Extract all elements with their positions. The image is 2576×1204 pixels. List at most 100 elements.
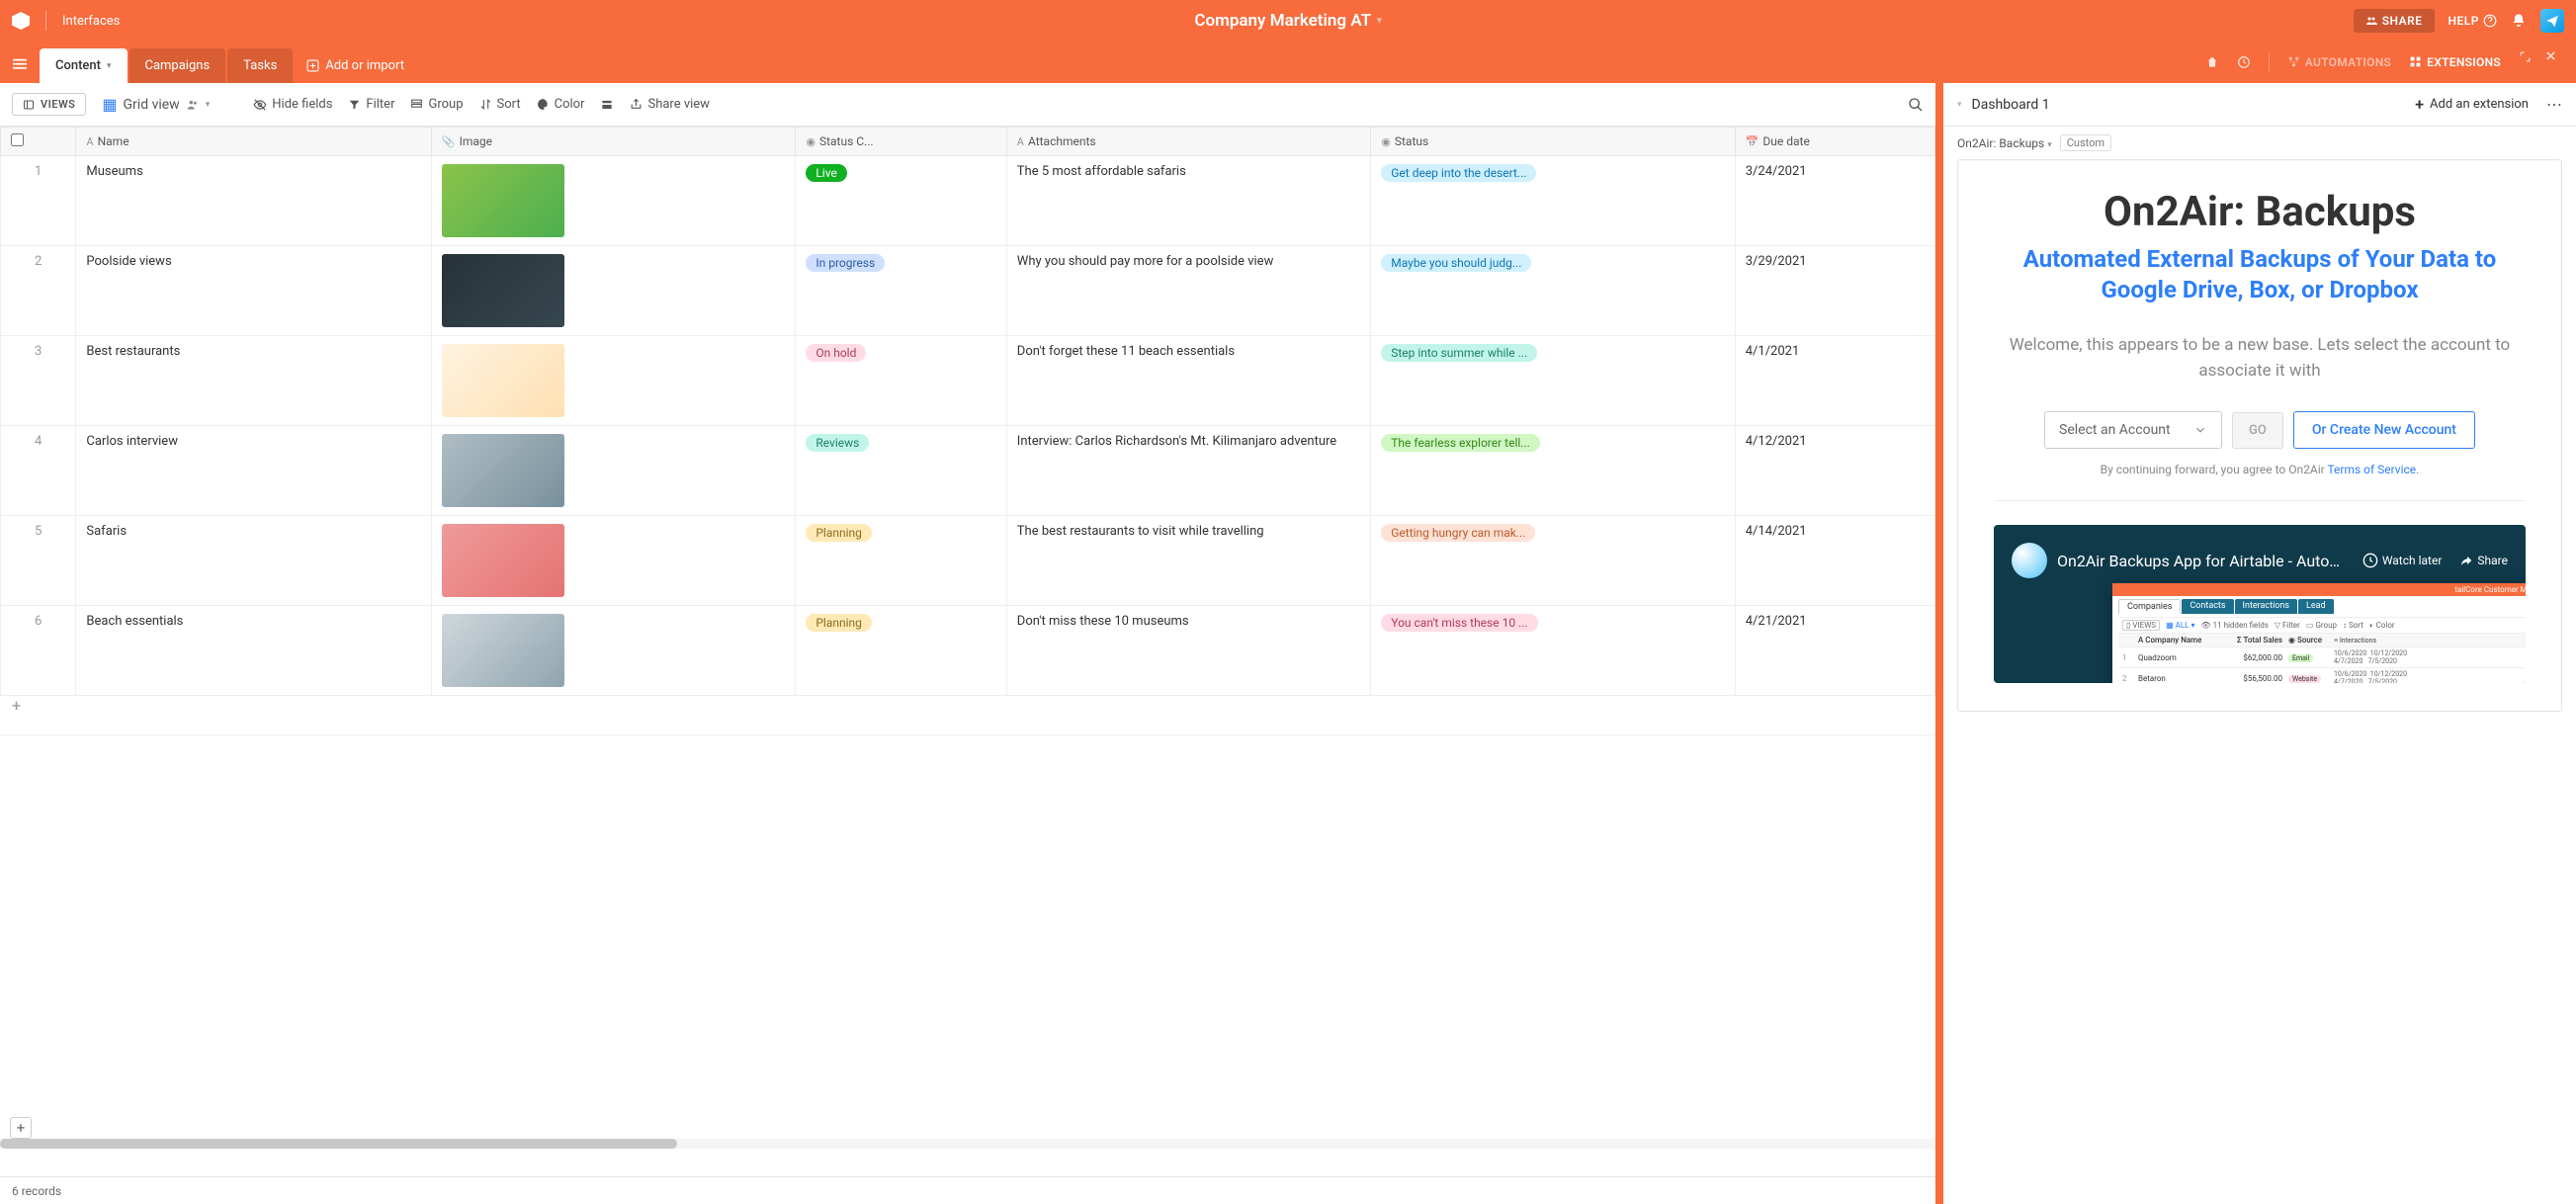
- cell-due-date[interactable]: 3/29/2021: [1735, 246, 1934, 336]
- row-number: 3: [1, 336, 76, 426]
- cell-status-c[interactable]: On hold: [796, 336, 1006, 426]
- table-row[interactable]: 3Best restaurants On holdDon't forget the…: [1, 336, 1935, 426]
- cell-attachments[interactable]: Interview: Carlos Richardson's Mt. Kilim…: [1006, 426, 1370, 516]
- cell-name[interactable]: Safaris: [76, 516, 431, 606]
- cell-status-c[interactable]: Planning: [796, 516, 1006, 606]
- hide-fields-button[interactable]: Hide fields: [253, 97, 332, 112]
- video-title: On2Air Backups App for Airtable - Automa…: [2057, 552, 2353, 570]
- close-icon[interactable]: [2545, 50, 2556, 61]
- cell-name[interactable]: Beach essentials: [76, 606, 431, 696]
- cell-attachments[interactable]: The best restaurants to visit while trav…: [1006, 516, 1370, 606]
- cell-status[interactable]: You can't miss these 10 ...: [1371, 606, 1735, 696]
- terms-link[interactable]: Terms of Service: [2327, 463, 2416, 476]
- create-account-button[interactable]: Or Create New Account: [2293, 411, 2475, 449]
- tab-campaigns[interactable]: Campaigns: [129, 48, 226, 83]
- trash-icon[interactable]: [2205, 55, 2219, 69]
- column-header-status[interactable]: ◉Status: [1371, 128, 1735, 156]
- cell-due-date[interactable]: 4/1/2021: [1735, 336, 1934, 426]
- extension-breadcrumb[interactable]: On2Air: Backups ▾: [1957, 136, 2052, 150]
- cell-status[interactable]: Get deep into the desert...: [1371, 156, 1735, 246]
- extensions-button[interactable]: EXTENSIONS: [2409, 55, 2501, 69]
- column-header-image[interactable]: 📎Image: [431, 128, 795, 156]
- interfaces-link[interactable]: Interfaces: [62, 14, 120, 29]
- automations-button[interactable]: AUTOMATIONS: [2287, 55, 2391, 69]
- cell-image[interactable]: [431, 246, 795, 336]
- cell-status-c[interactable]: Planning: [796, 606, 1006, 696]
- bell-icon[interactable]: [2511, 13, 2527, 29]
- horizontal-scrollbar[interactable]: [0, 1139, 1935, 1149]
- airtable-logo-icon[interactable]: [12, 12, 30, 30]
- cell-due-date[interactable]: 4/14/2021: [1735, 516, 1934, 606]
- add-record-button[interactable]: +: [10, 1117, 32, 1139]
- filter-button[interactable]: Filter: [348, 97, 394, 112]
- share-video-button[interactable]: Share: [2459, 554, 2508, 567]
- cell-attachments[interactable]: Don't miss these 10 museums: [1006, 606, 1370, 696]
- color-button[interactable]: Color: [537, 97, 585, 112]
- add-or-import-button[interactable]: Add or import: [306, 58, 404, 73]
- more-icon[interactable]: ⋯: [2546, 95, 2562, 114]
- cell-attachments[interactable]: Don't forget these 11 beach essentials: [1006, 336, 1370, 426]
- tab-tasks[interactable]: Tasks: [227, 48, 293, 83]
- cell-image[interactable]: [431, 156, 795, 246]
- grid-view-selector[interactable]: ▦ Grid view ▾: [102, 95, 210, 114]
- video-embed[interactable]: On2Air Backups App for Airtable - Automa…: [1994, 525, 2526, 683]
- select-all-checkbox[interactable]: [1, 128, 76, 156]
- share-button[interactable]: SHARE: [2354, 9, 2435, 33]
- cell-status-c[interactable]: In progress: [796, 246, 1006, 336]
- row-number: 5: [1, 516, 76, 606]
- top-bar: Interfaces Company Marketing AT▾ SHARE H…: [0, 0, 2576, 42]
- cell-status-c[interactable]: Reviews: [796, 426, 1006, 516]
- cell-status[interactable]: Getting hungry can mak...: [1371, 516, 1735, 606]
- add-extension-button[interactable]: +Add an extension: [2415, 95, 2529, 114]
- views-button[interactable]: VIEWS: [12, 93, 86, 116]
- table-row[interactable]: 5Safaris Planning The best restaurants to …: [1, 516, 1935, 606]
- cell-due-date[interactable]: 4/21/2021: [1735, 606, 1934, 696]
- cell-attachments[interactable]: The 5 most affordable safaris: [1006, 156, 1370, 246]
- group-button[interactable]: Group: [410, 97, 463, 112]
- help-button[interactable]: HELP: [2448, 14, 2497, 28]
- row-number: 4: [1, 426, 76, 516]
- column-header-status-c[interactable]: ◉Status C...: [796, 128, 1006, 156]
- cell-attachments[interactable]: Why you should pay more for a poolside v…: [1006, 246, 1370, 336]
- base-title[interactable]: Company Marketing AT▾: [650, 11, 1927, 31]
- cell-image[interactable]: [431, 426, 795, 516]
- status-pill: Planning: [806, 524, 872, 542]
- dashboard-title[interactable]: Dashboard 1: [1972, 97, 2050, 113]
- select-account-dropdown[interactable]: Select an Account: [2044, 411, 2222, 449]
- row-height-button[interactable]: [600, 98, 614, 112]
- cell-due-date[interactable]: 4/12/2021: [1735, 426, 1934, 516]
- cell-status[interactable]: The fearless explorer tell...: [1371, 426, 1735, 516]
- add-row-area[interactable]: +: [0, 696, 1935, 735]
- chevron-down-icon: ▾: [206, 100, 211, 110]
- chevron-down-icon[interactable]: ▾: [1957, 100, 1962, 110]
- cell-image[interactable]: [431, 516, 795, 606]
- expand-icon[interactable]: [2519, 50, 2532, 63]
- column-header-name[interactable]: AName: [76, 128, 431, 156]
- cell-image[interactable]: [431, 606, 795, 696]
- sort-button[interactable]: Sort: [479, 97, 521, 112]
- table-row[interactable]: 6Beach essentialsPlanningDon't miss thes…: [1, 606, 1935, 696]
- table-row[interactable]: 1MuseumsLiveThe 5 most affordable safari…: [1, 156, 1935, 246]
- column-header-due-date[interactable]: 📅Due date: [1735, 128, 1934, 156]
- extension-type-tag: Custom: [2060, 134, 2111, 151]
- cell-name[interactable]: Best restaurants: [76, 336, 431, 426]
- cell-status[interactable]: Maybe you should judg...: [1371, 246, 1735, 336]
- share-view-button[interactable]: Share view: [630, 97, 709, 112]
- table-row[interactable]: 2Poolside viewsIn progressWhy you should…: [1, 246, 1935, 336]
- watch-later-button[interactable]: Watch later: [2362, 553, 2443, 568]
- cell-name[interactable]: Museums: [76, 156, 431, 246]
- column-header-attachments[interactable]: AAttachments: [1006, 128, 1370, 156]
- cell-image[interactable]: [431, 336, 795, 426]
- search-icon[interactable]: [1908, 97, 1924, 113]
- tab-content[interactable]: Content▾: [40, 48, 128, 83]
- history-icon[interactable]: [2237, 55, 2251, 69]
- app-badge-icon[interactable]: [2540, 9, 2564, 33]
- menu-icon[interactable]: [12, 57, 28, 71]
- cell-name[interactable]: Carlos interview: [76, 426, 431, 516]
- table-row[interactable]: 4Carlos interview ReviewsInterview: Carlo…: [1, 426, 1935, 516]
- cell-name[interactable]: Poolside views: [76, 246, 431, 336]
- go-button[interactable]: GO: [2232, 412, 2283, 449]
- cell-status[interactable]: Step into summer while ...: [1371, 336, 1735, 426]
- cell-due-date[interactable]: 3/24/2021: [1735, 156, 1934, 246]
- cell-status-c[interactable]: Live: [796, 156, 1006, 246]
